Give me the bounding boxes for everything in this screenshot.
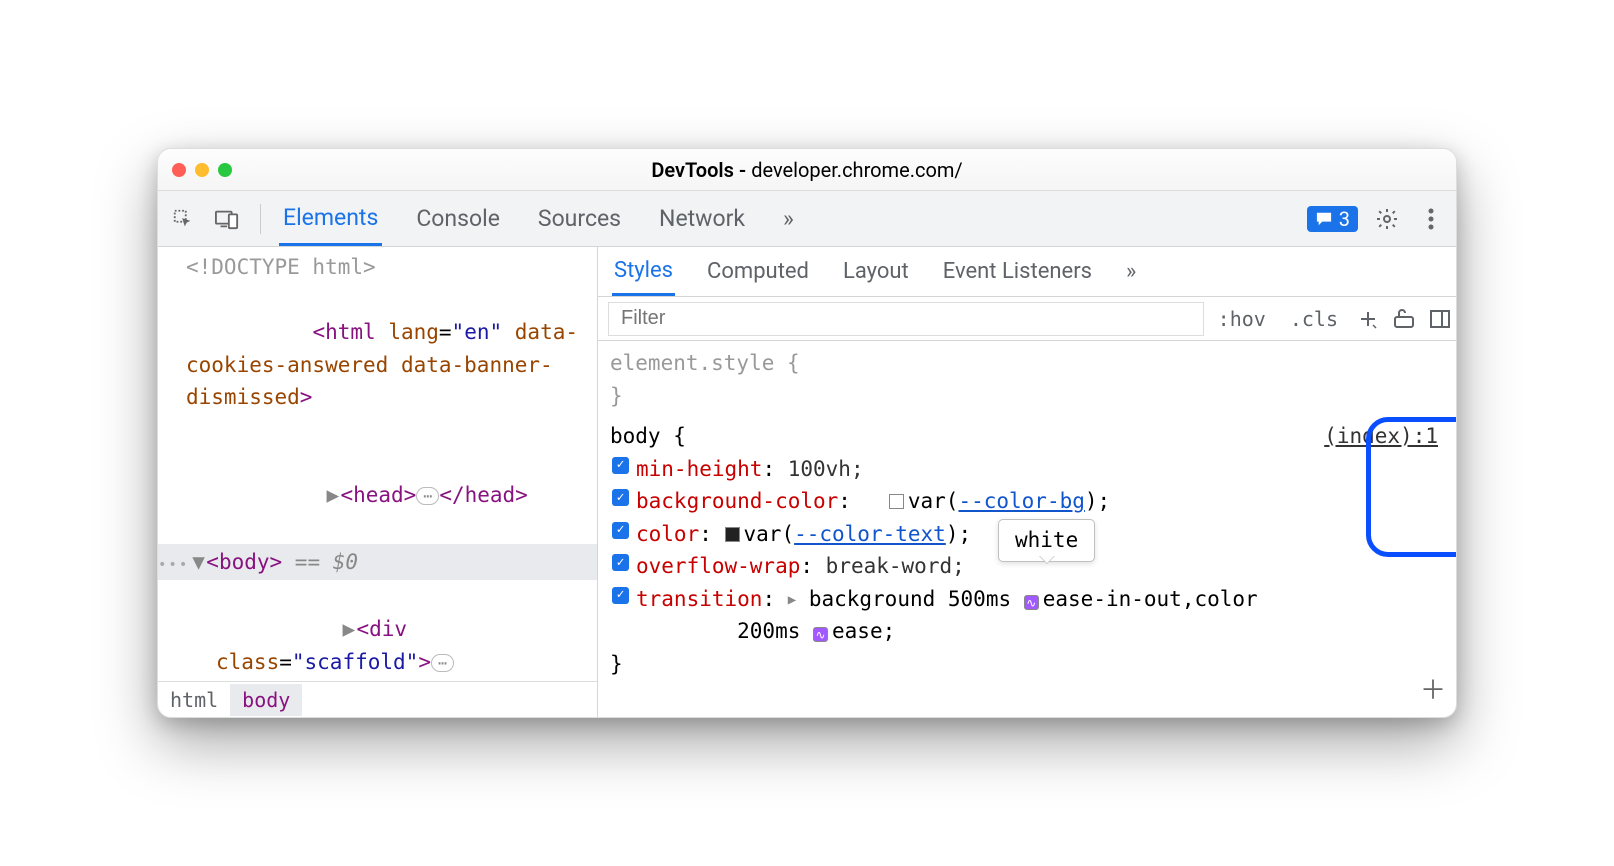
prop-checkbox[interactable] — [612, 587, 629, 604]
prop-checkbox[interactable] — [612, 489, 629, 506]
add-property-icon[interactable]: ＋ — [1420, 671, 1446, 711]
prop-checkbox[interactable] — [612, 457, 629, 474]
subtab-computed[interactable]: Computed — [705, 247, 811, 296]
crumb-html[interactable]: html — [158, 684, 230, 716]
expand-icon[interactable]: ▶ — [326, 479, 340, 512]
styles-filter-bar: :hov .cls — [598, 297, 1456, 341]
body-selector[interactable]: body { — [610, 424, 686, 448]
html-node[interactable]: <html lang="en" data-cookies-answered da… — [166, 284, 597, 447]
crumb-body[interactable]: body — [230, 684, 302, 716]
styles-subtabs: Styles Computed Layout Event Listeners » — [598, 247, 1456, 297]
main-toolbar: Elements Console Sources Network » 3 — [158, 191, 1456, 247]
prop-background-color[interactable]: background-color: var(--color-bg); — [610, 485, 1448, 518]
tab-elements[interactable]: Elements — [279, 191, 382, 246]
doctype-node[interactable]: <!DOCTYPE html> — [166, 251, 597, 284]
bezier-icon[interactable]: ∿ — [813, 627, 828, 642]
source-link[interactable]: (index):1 — [1324, 420, 1438, 453]
styles-panel: Styles Computed Layout Event Listeners »… — [598, 247, 1456, 717]
prop-min-height[interactable]: min-height: 100vh; — [610, 453, 1448, 486]
prop-checkbox[interactable] — [612, 554, 629, 571]
inspect-icon[interactable] — [168, 204, 198, 234]
expand-shorthand-icon[interactable]: ▶ — [788, 590, 796, 612]
dom-tree[interactable]: <!DOCTYPE html> <html lang="en" data-coo… — [158, 247, 597, 681]
prop-checkbox[interactable] — [612, 522, 629, 539]
node-menu-icon[interactable]: ••• — [158, 557, 189, 573]
more-icon[interactable] — [1416, 204, 1446, 234]
separator — [260, 204, 261, 234]
device-toggle-icon[interactable] — [212, 204, 242, 234]
filter-input[interactable] — [608, 302, 1204, 336]
devtools-window: DevTools - developer.chrome.com/ Element… — [157, 148, 1457, 718]
subtab-layout[interactable]: Layout — [841, 247, 911, 296]
color-swatch-icon[interactable] — [889, 494, 904, 509]
subtabs-overflow[interactable]: » — [1124, 247, 1138, 296]
tab-console[interactable]: Console — [412, 191, 504, 246]
issues-badge[interactable]: 3 — [1307, 206, 1358, 232]
bezier-icon[interactable]: ∿ — [1024, 595, 1039, 610]
titlebar: DevTools - developer.chrome.com/ — [158, 149, 1456, 191]
prop-transition[interactable]: transition: ▶ background 500ms ∿ease-in-… — [610, 583, 1448, 648]
collapse-icon[interactable]: ▼ — [192, 546, 206, 579]
main-tabs: Elements Console Sources Network » — [279, 191, 798, 246]
body-node-selected[interactable]: •••▼<body> == $0 — [158, 544, 597, 581]
filter-field[interactable] — [619, 306, 1193, 331]
styles-rules[interactable]: element.style { } body { (index):1 min-h… — [598, 341, 1456, 717]
window-title: DevTools - developer.chrome.com/ — [158, 158, 1456, 182]
settings-icon[interactable] — [1372, 204, 1402, 234]
css-var-link[interactable]: --color-bg — [958, 489, 1084, 513]
subtab-styles[interactable]: Styles — [612, 247, 675, 296]
subtab-event-listeners[interactable]: Event Listeners — [941, 247, 1094, 296]
expand-icon[interactable]: ▶ — [342, 613, 356, 646]
elements-panel: <!DOCTYPE html> <html lang="en" data-coo… — [158, 247, 598, 717]
breadcrumb: html body — [158, 681, 597, 717]
tab-network[interactable]: Network — [655, 191, 749, 246]
color-swatch-icon[interactable] — [725, 527, 740, 542]
value-tooltip: white — [998, 519, 1095, 562]
hov-toggle[interactable]: :hov — [1208, 305, 1276, 333]
div-scaffold-node[interactable]: ▶<div class="scaffold">⋯ </div>grid — [166, 580, 597, 681]
tab-sources[interactable]: Sources — [534, 191, 625, 246]
head-node[interactable]: ▶<head>⋯</head> — [166, 446, 597, 544]
element-style-selector[interactable]: element.style { — [610, 351, 800, 375]
computed-sidebar-toggle-icon[interactable] — [1424, 303, 1456, 335]
rendering-emulations-icon[interactable] — [1388, 303, 1420, 335]
tabs-overflow[interactable]: » — [779, 191, 798, 246]
cls-toggle[interactable]: .cls — [1280, 305, 1348, 333]
css-var-link[interactable]: --color-text — [794, 522, 946, 546]
new-style-rule-icon[interactable] — [1352, 303, 1384, 335]
